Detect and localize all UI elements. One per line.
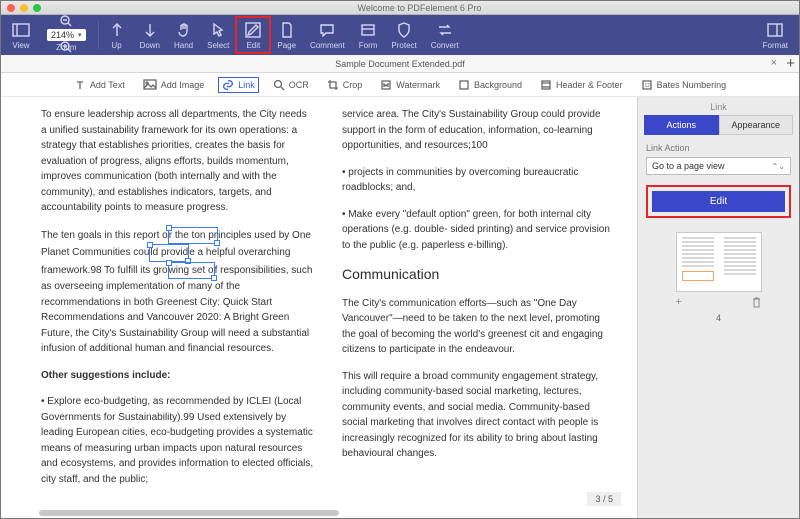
minimize-window-button[interactable] xyxy=(20,4,28,12)
paragraph: • projects in communities by overcoming … xyxy=(342,165,615,196)
svg-text:12: 12 xyxy=(644,83,650,89)
paragraph: Other suggestions include: xyxy=(41,368,314,384)
page-indicator: 3 / 5 xyxy=(587,492,621,506)
paragraph: • Make every "default option" green, for… xyxy=(342,207,615,254)
edit-tool-button[interactable]: Edit xyxy=(236,17,270,53)
link-properties-panel: Link Actions Appearance Link Action Go t… xyxy=(637,97,799,518)
select-button[interactable]: Select xyxy=(200,17,236,53)
format-icon xyxy=(766,21,784,39)
edit-link-button[interactable]: Edit xyxy=(652,191,785,212)
document-tab-bar: Sample Document Extended.pdf × + xyxy=(1,55,799,73)
window-title: Welcome to PDFelement 6 Pro xyxy=(46,3,793,13)
zoom-control[interactable]: 214%▾ Zoom xyxy=(37,17,96,53)
tab-appearance[interactable]: Appearance xyxy=(719,115,794,135)
chevron-down-icon: ▾ xyxy=(78,31,82,39)
zoom-out-icon[interactable] xyxy=(57,15,75,27)
comment-button[interactable]: Comment xyxy=(303,17,352,53)
link-tool-button[interactable]: Link xyxy=(218,77,259,93)
convert-icon xyxy=(436,21,454,39)
dropdown-caret-icon: ⌃⌄ xyxy=(772,162,785,171)
close-tab-button[interactable]: × xyxy=(771,57,777,69)
window-titlebar: Welcome to PDFelement 6 Pro xyxy=(1,1,799,15)
ocr-button[interactable]: OCR xyxy=(269,77,313,93)
form-button[interactable]: Form xyxy=(352,17,385,53)
link-selection-box[interactable]: r the ton pr xyxy=(168,227,218,245)
separator xyxy=(98,21,99,49)
paragraph: service area. The City's Sustainability … xyxy=(342,107,615,154)
background-button[interactable]: Background xyxy=(454,77,526,93)
hand-button[interactable]: Hand xyxy=(167,17,200,53)
link-action-dropdown[interactable]: Go to a page view ⌃⌄ xyxy=(646,157,791,175)
watermark-button[interactable]: Watermark xyxy=(376,77,444,93)
document-tab[interactable]: Sample Document Extended.pdf xyxy=(1,59,799,69)
panel-tabs: Actions Appearance xyxy=(644,115,793,135)
add-text-button[interactable]: Add Text xyxy=(70,77,129,93)
hand-icon xyxy=(175,21,193,39)
bates-button[interactable]: 12Bates Numbering xyxy=(637,77,731,93)
page-icon xyxy=(278,21,296,39)
add-page-button[interactable]: + xyxy=(676,296,682,311)
new-tab-button[interactable]: + xyxy=(786,55,795,72)
view-icon xyxy=(12,21,30,39)
crop-button[interactable]: Crop xyxy=(323,77,367,93)
main-area: To ensure leadership across all departme… xyxy=(1,97,799,518)
view-button[interactable]: View xyxy=(5,17,37,53)
doc-column-right: service area. The City's Sustainability … xyxy=(342,107,615,498)
edit-toolbar: Add Text Add Image Link OCR Crop Waterma… xyxy=(1,73,799,97)
paragraph: To ensure leadership across all departme… xyxy=(41,107,314,216)
paragraph: The ten goals in this report or the ton … xyxy=(41,227,314,357)
shield-icon xyxy=(395,21,413,39)
document-view[interactable]: To ensure leadership across all departme… xyxy=(1,97,637,518)
main-toolbar: View 214%▾ Zoom Up Down Hand Select Edit xyxy=(1,15,799,55)
add-image-button[interactable]: Add Image xyxy=(139,77,209,92)
page-preview: + 4 xyxy=(638,232,799,323)
cursor-icon xyxy=(209,21,227,39)
paragraph: The City's communication efforts—such as… xyxy=(342,296,615,358)
up-button[interactable]: Up xyxy=(101,17,133,53)
link-action-label: Link Action xyxy=(638,141,799,157)
delete-page-icon[interactable] xyxy=(751,296,762,311)
protect-button[interactable]: Protect xyxy=(384,17,423,53)
arrow-up-icon xyxy=(108,21,126,39)
tab-actions[interactable]: Actions xyxy=(644,115,719,135)
thumbnail-page-number: 4 xyxy=(716,313,721,323)
comment-icon xyxy=(318,21,336,39)
format-button[interactable]: Format xyxy=(756,17,795,53)
paragraph: This will require a broad community enga… xyxy=(342,369,615,462)
horizontal-scrollbar[interactable] xyxy=(39,510,339,516)
link-selection-box[interactable]: wing set o xyxy=(168,262,215,280)
edit-icon xyxy=(244,21,262,39)
header-footer-button[interactable]: Header & Footer xyxy=(536,77,627,93)
maximize-window-button[interactable] xyxy=(33,4,41,12)
panel-title: Link xyxy=(638,97,799,115)
zoom-value[interactable]: 214%▾ xyxy=(47,29,86,41)
paragraph: • Explore eco-budgeting, as recommended … xyxy=(41,394,314,487)
page-button[interactable]: Page xyxy=(270,17,303,53)
heading: Communication xyxy=(342,264,615,286)
arrow-down-icon xyxy=(141,21,159,39)
edit-button-highlight: Edit xyxy=(646,185,791,218)
page-thumbnail[interactable] xyxy=(676,232,762,292)
convert-button[interactable]: Convert xyxy=(424,17,466,53)
close-window-button[interactable] xyxy=(7,4,15,12)
form-icon xyxy=(359,21,377,39)
doc-column-left: To ensure leadership across all departme… xyxy=(41,107,314,498)
down-button[interactable]: Down xyxy=(133,17,167,53)
